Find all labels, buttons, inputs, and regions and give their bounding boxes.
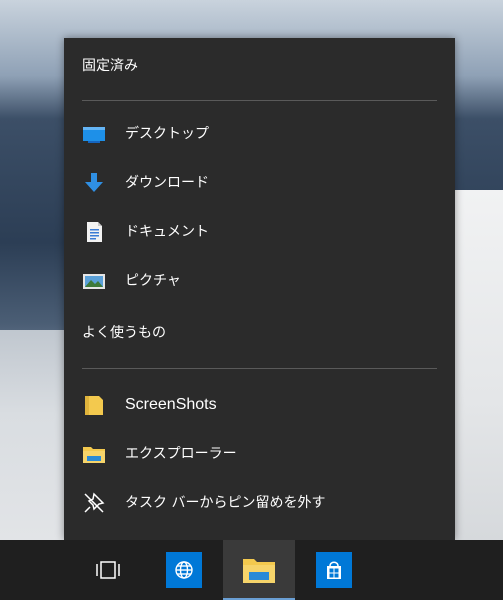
pinned-divider	[82, 100, 437, 101]
store-icon	[316, 552, 352, 588]
pinned-item-pictures[interactable]: ピクチャ	[64, 259, 455, 303]
pinned-item-label: ダウンロード	[125, 175, 209, 191]
taskbar-store-button[interactable]	[298, 540, 370, 600]
pinned-item-desktop[interactable]: デスクトップ	[64, 112, 455, 156]
action-label: エクスプローラー	[125, 446, 237, 462]
desktop-folder-icon	[83, 127, 105, 143]
taskbar-internet-explorer-button[interactable]	[148, 540, 220, 600]
pinned-item-downloads[interactable]: ダウンロード	[64, 161, 455, 205]
file-explorer-icon	[243, 559, 275, 583]
pinned-section-header: 固定済み	[82, 58, 138, 74]
documents-folder-icon	[87, 222, 102, 242]
folder-icon	[85, 396, 103, 415]
taskbar-task-view-button[interactable]	[72, 540, 144, 600]
wallpaper-snow-right	[455, 190, 503, 540]
frequent-section-header: よく使うもの	[82, 325, 166, 341]
taskbar-file-explorer-button[interactable]	[223, 540, 295, 600]
frequent-item-screenshots[interactable]: ScreenShots	[64, 383, 455, 427]
pinned-item-documents[interactable]: ドキュメント	[64, 210, 455, 254]
unpin-icon	[84, 492, 105, 513]
action-label: タスク バーからピン留めを外す	[125, 495, 326, 511]
action-unpin-from-taskbar[interactable]: タスク バーからピン留めを外す	[64, 481, 455, 525]
pinned-item-label: ピクチャ	[125, 273, 181, 289]
download-folder-icon	[85, 173, 103, 192]
action-open-file-explorer[interactable]: エクスプローラー	[64, 432, 455, 476]
jump-list-menu: 固定済み デスクトップ ダウンロード ドキュメント ピクチャ よく使うもの Sc…	[64, 38, 455, 540]
globe-icon	[166, 552, 202, 588]
frequent-divider	[82, 368, 437, 369]
frequent-item-label: ScreenShots	[125, 396, 217, 413]
pictures-folder-icon	[83, 274, 105, 289]
file-explorer-icon	[83, 447, 105, 463]
pinned-item-label: ドキュメント	[125, 224, 209, 240]
wallpaper-snow-left	[0, 330, 64, 540]
task-view-icon	[96, 561, 120, 579]
pinned-item-label: デスクトップ	[125, 126, 209, 142]
taskbar	[0, 540, 503, 600]
